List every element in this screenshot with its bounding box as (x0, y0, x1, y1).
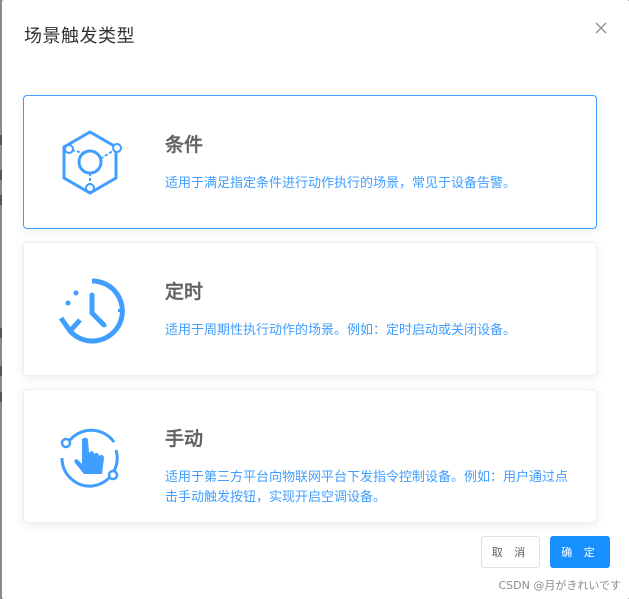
dialog-title: 场景触发类型 (24, 26, 135, 47)
timer-clock-icon (52, 273, 128, 349)
option-card-condition[interactable]: 条件 适用于满足指定条件进行动作执行的场景，常见于设备告警。 (23, 95, 597, 229)
option-card-manual[interactable]: 手动 适用于第三方平台向物联网平台下发指令控制设备。例如：用户通过点击手动触发按… (23, 389, 597, 523)
option-title: 手动 (165, 428, 204, 450)
condition-hexagon-icon (52, 126, 128, 202)
cancel-button[interactable]: 取 消 (481, 536, 540, 568)
option-title: 条件 (165, 134, 204, 156)
confirm-button[interactable]: 确 定 (550, 536, 610, 568)
scene-trigger-dialog: 场景触发类型 条件 适用于满足指定条件进行动作执行的场景，常见于设备告警。 定时… (2, 0, 629, 599)
option-description: 适用于第三方平台向物联网平台下发指令控制设备。例如：用户通过点击手动触发按钮，实… (165, 470, 569, 505)
option-description: 适用于周期性执行动作的场景。例如：定时启动或关闭设备。 (165, 323, 517, 338)
watermark: CSDN @月がきれいです (498, 579, 621, 592)
manual-hand-icon (52, 420, 128, 496)
option-card-timer[interactable]: 定时 适用于周期性执行动作的场景。例如：定时启动或关闭设备。 (23, 242, 597, 376)
close-icon (595, 22, 607, 34)
option-title: 定时 (165, 281, 204, 303)
close-button[interactable] (593, 20, 609, 36)
option-description: 适用于满足指定条件进行动作执行的场景，常见于设备告警。 (165, 176, 517, 191)
